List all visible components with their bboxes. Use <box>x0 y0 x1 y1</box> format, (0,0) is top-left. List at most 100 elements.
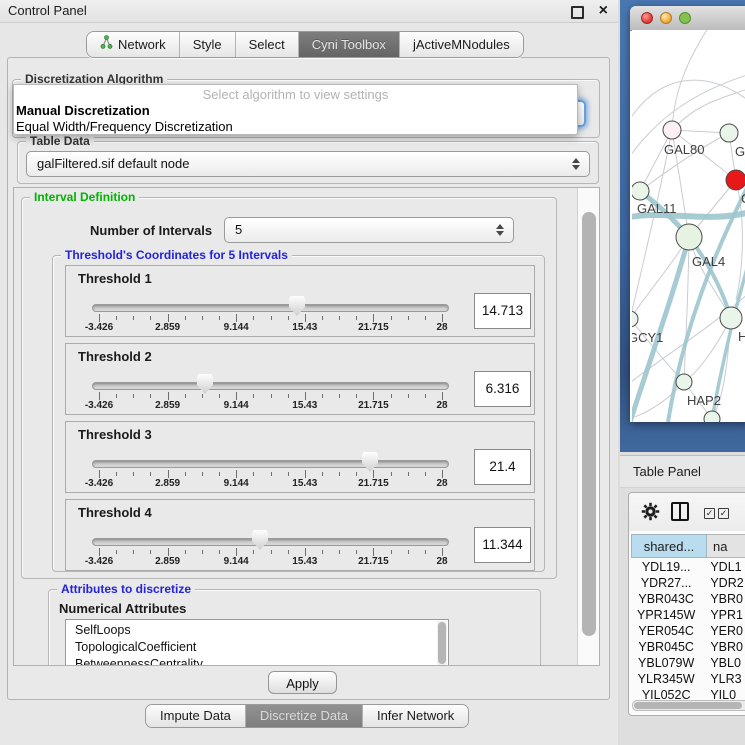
threshold-value-field[interactable]: 21.4 <box>474 449 531 485</box>
dropdown-option-equal-width[interactable]: Equal Width/Frequency Discretization <box>14 119 577 135</box>
table-row[interactable]: YPR145WYPR1 <box>631 607 745 623</box>
cell-name: YIL0 <box>701 687 745 699</box>
zoom-window-icon[interactable] <box>679 12 691 24</box>
column-header-name[interactable]: na <box>707 534 745 558</box>
number-of-intervals-combobox[interactable]: 5 <box>224 217 514 243</box>
list-item[interactable]: TopologicalCoefficient <box>75 639 448 656</box>
apply-button[interactable]: Apply <box>268 671 337 694</box>
network-node[interactable] <box>720 307 742 329</box>
numerical-attributes-list[interactable]: SelfLoopsTopologicalCoefficientBetweenne… <box>65 619 449 666</box>
tick-label: -3.426 <box>85 400 113 411</box>
network-window-titlebar[interactable] <box>630 6 745 31</box>
close-window-icon[interactable] <box>641 12 653 24</box>
tick-mark <box>202 394 203 398</box>
dropdown-option-manual[interactable]: Manual Discretization <box>14 103 577 119</box>
control-panel-titlebar: Control Panel × <box>0 0 618 23</box>
split-panel-icon[interactable] <box>671 502 689 521</box>
tick-mark <box>322 472 323 476</box>
tick-mark <box>253 394 254 398</box>
tick-label: 15.43 <box>292 400 317 411</box>
tab-style[interactable]: Style <box>179 32 235 57</box>
float-panel-icon[interactable] <box>571 6 584 19</box>
network-node[interactable] <box>704 411 720 422</box>
network-canvas[interactable]: GAL80GACGAL11GAL4GCY1HHAP2 <box>632 30 745 422</box>
vertical-scrollbar[interactable] <box>577 188 600 665</box>
slider-knob-icon[interactable] <box>197 374 213 394</box>
list-scrollbar[interactable] <box>437 621 447 665</box>
threshold-value-field[interactable]: 6.316 <box>474 371 531 407</box>
list-item[interactable]: BetweennessCentrality <box>75 656 448 666</box>
slider-track[interactable] <box>92 304 449 312</box>
panel-title: Control Panel <box>8 3 87 18</box>
tab-impute-data[interactable]: Impute Data <box>146 705 245 727</box>
tick-mark <box>442 470 443 478</box>
threshold-slider[interactable]: -3.4262.8599.14415.4321.71528 <box>92 536 449 568</box>
checkbox-icon[interactable]: ✓ <box>704 508 715 519</box>
scrollbar-thumb[interactable] <box>634 702 742 709</box>
tick-mark <box>425 316 426 320</box>
threshold-label: Threshold 2 <box>78 349 152 364</box>
cell-name: YBR0 <box>701 591 745 607</box>
table-row[interactable]: YBL079WYBL0 <box>631 655 745 671</box>
table-row[interactable]: YIL052CYIL0 <box>631 687 745 699</box>
minimize-window-icon[interactable] <box>660 12 672 24</box>
table-row[interactable]: YBR043CYBR0 <box>631 591 745 607</box>
scrollbar-thumb[interactable] <box>438 622 446 664</box>
tick-mark <box>99 314 100 322</box>
table-row[interactable]: YDR27...YDR2 <box>631 575 745 591</box>
interval-definition-group: Interval Definition Number of Intervals … <box>21 197 557 579</box>
table-row[interactable]: YBR045CYBR0 <box>631 639 745 655</box>
tab-jactivemnodules[interactable]: jActiveMNodules <box>399 32 523 57</box>
threshold-label: Threshold 4 <box>78 505 152 520</box>
tick-label: 28 <box>436 322 447 333</box>
tab-cyni-toolbox[interactable]: Cyni Toolbox <box>298 32 399 57</box>
threshold-value-field[interactable]: 11.344 <box>474 527 531 563</box>
scrollbar-thumb[interactable] <box>582 212 596 636</box>
threshold-slider[interactable]: -3.4262.8599.14415.4321.71528 <box>92 380 449 412</box>
tab-discretize-data[interactable]: Discretize Data <box>245 705 362 727</box>
network-node[interactable] <box>676 374 692 390</box>
tick-mark <box>271 550 272 554</box>
attributes-group: Attributes to discretize Numerical Attri… <box>48 589 541 666</box>
network-node[interactable] <box>720 124 738 142</box>
network-node[interactable] <box>632 311 638 327</box>
tab-label: Discretize Data <box>260 708 348 723</box>
tab-select[interactable]: Select <box>235 32 298 57</box>
column-header-shared-name[interactable]: shared... <box>631 534 707 558</box>
table-row[interactable]: YER054CYER0 <box>631 623 745 639</box>
network-node[interactable] <box>676 224 702 250</box>
horizontal-scrollbar[interactable] <box>632 700 745 711</box>
tab-network[interactable]: Network <box>87 32 179 57</box>
table-data-combobox[interactable]: galFiltered.sif default node <box>26 151 590 177</box>
tick-mark <box>391 316 392 320</box>
threshold-slider[interactable]: -3.4262.8599.14415.4321.71528 <box>92 302 449 334</box>
gear-icon[interactable] <box>641 502 660 526</box>
cell-shared-name: YBR045C <box>631 639 701 655</box>
slider-track[interactable] <box>92 538 449 546</box>
group-title: Threshold's Coordinates for 5 Intervals <box>61 248 292 262</box>
table-row[interactable]: YDL19...YDL1 <box>631 559 745 575</box>
tick-label: -3.426 <box>85 478 113 489</box>
threshold-slider[interactable]: -3.4262.8599.14415.4321.71528 <box>92 458 449 490</box>
tick-mark <box>116 472 117 476</box>
tick-mark <box>202 316 203 320</box>
list-item[interactable]: SelfLoops <box>75 622 448 639</box>
tick-mark <box>133 394 134 398</box>
network-node[interactable] <box>632 182 649 200</box>
tab-infer-network[interactable]: Infer Network <box>362 705 468 727</box>
network-node[interactable] <box>726 170 745 190</box>
close-panel-icon[interactable]: × <box>599 0 608 22</box>
tick-mark <box>373 548 374 556</box>
slider-knob-icon[interactable] <box>289 296 305 316</box>
checkbox-icon[interactable]: ✓ <box>718 508 729 519</box>
table-row[interactable]: YLR345WYLR3 <box>631 671 745 687</box>
attribute-items: SelfLoopsTopologicalCoefficientBetweenne… <box>66 620 448 666</box>
slider-track[interactable] <box>92 460 449 468</box>
threshold-value-field[interactable]: 14.713 <box>474 293 531 329</box>
slider-track[interactable] <box>92 382 449 390</box>
network-icon <box>100 33 113 57</box>
slider-knob-icon[interactable] <box>362 452 378 472</box>
network-node[interactable] <box>663 121 681 139</box>
slider-knob-icon[interactable] <box>252 530 268 550</box>
tick-label: 21.715 <box>358 478 389 489</box>
